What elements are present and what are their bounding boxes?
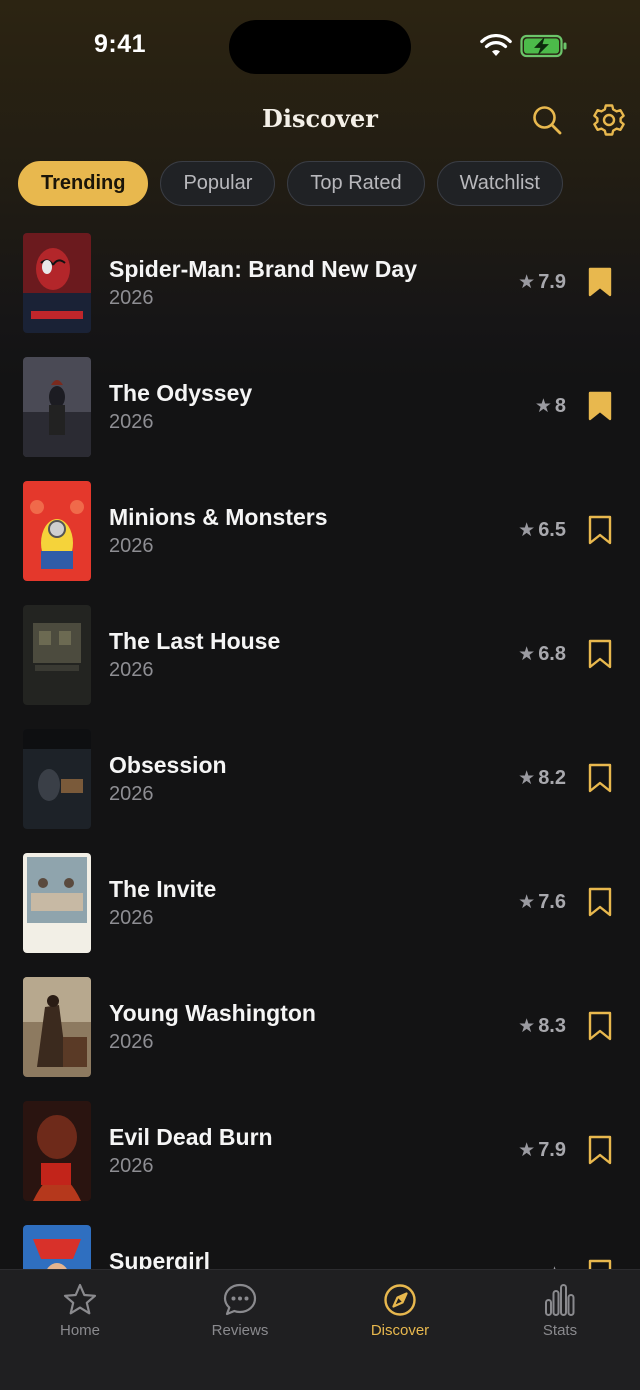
nav-header: Discover — [0, 92, 640, 148]
movie-row[interactable]: Supergirl 2026 ★ — [0, 1213, 640, 1269]
tab-reviews[interactable]: Reviews — [185, 1282, 295, 1342]
movie-year: 2026 — [109, 287, 154, 309]
movie-title: The Invite — [109, 876, 217, 902]
battery-charging-icon — [520, 34, 567, 58]
movie-poster — [23, 481, 91, 581]
rating: ★ 6.8 — [518, 643, 566, 666]
tab-popular[interactable]: Popular — [160, 161, 276, 206]
movie-year: 2026 — [109, 783, 154, 805]
tab-stats[interactable]: Stats — [505, 1282, 615, 1342]
star-icon: ★ — [534, 396, 552, 417]
movie-poster — [23, 977, 91, 1077]
rating: ★ 7.6 — [518, 891, 566, 914]
compass-icon — [384, 1284, 416, 1316]
rating-value: 7.6 — [538, 891, 566, 913]
star-icon: ★ — [518, 768, 536, 789]
movie-title: The Last House — [109, 628, 281, 654]
movie-row[interactable]: Minions & Monsters 2026 ★ 6.5 — [0, 469, 640, 593]
status-bar: 9:41 — [0, 0, 640, 92]
movie-row[interactable]: Obsession 2026 ★ 8.2 — [0, 717, 640, 841]
bookmark-outline-icon[interactable] — [588, 515, 612, 545]
rating-value: 7.9 — [538, 271, 566, 293]
bookmark-outline-icon[interactable] — [588, 1259, 612, 1269]
star-icon: ★ — [518, 644, 536, 665]
bar-chart-icon — [545, 1284, 575, 1316]
star-icon — [63, 1283, 97, 1315]
movie-year: 2026 — [109, 535, 154, 557]
rating-value: 8 — [554, 395, 566, 417]
bottom-tab-bar: Home Reviews Discover Stats — [0, 1269, 640, 1390]
movie-title: Young Washington — [109, 1000, 316, 1026]
rating: ★ 7.9 — [518, 1139, 566, 1162]
movie-row[interactable]: The Invite 2026 ★ 7.6 — [0, 841, 640, 965]
bookmark-filled-icon[interactable] — [588, 391, 612, 421]
movie-poster — [23, 357, 91, 457]
bookmark-outline-icon[interactable] — [588, 639, 612, 669]
status-time: 9:41 — [94, 30, 147, 58]
movie-row[interactable]: Evil Dead Burn 2026 ★ 7.9 — [0, 1089, 640, 1213]
movie-title: Supergirl — [109, 1248, 210, 1269]
rating-value: 6.5 — [538, 519, 566, 541]
star-icon: ★ — [518, 272, 536, 293]
rating-value: 6.8 — [538, 643, 566, 665]
movie-list[interactable]: Spider-Man: Brand New Day 2026 ★ 7.9 The … — [0, 221, 640, 1269]
movie-title: Spider-Man: Brand New Day — [109, 256, 417, 282]
chat-bubble-icon — [223, 1283, 257, 1316]
movie-row[interactable]: Spider-Man: Brand New Day 2026 ★ 7.9 — [0, 221, 640, 345]
rating: ★ 8 — [535, 395, 566, 418]
bookmark-outline-icon[interactable] — [588, 887, 612, 917]
tab-trending[interactable]: Trending — [18, 161, 149, 206]
rating-value: 8.3 — [538, 1015, 566, 1037]
tab-label: Discover — [370, 1322, 430, 1339]
rating: ★ 6.5 — [518, 519, 566, 542]
movie-year: 2026 — [109, 659, 154, 681]
movie-title: Minions & Monsters — [109, 504, 328, 530]
movie-poster — [23, 729, 91, 829]
tab-home[interactable]: Home — [25, 1282, 135, 1342]
movie-row[interactable]: The Odyssey 2026 ★ 8 — [0, 345, 640, 469]
tab-discover[interactable]: Discover — [345, 1282, 455, 1342]
movie-title: The Odyssey — [109, 380, 253, 406]
movie-poster — [23, 605, 91, 705]
movie-year: 2026 — [109, 1155, 154, 1177]
star-icon: ★ — [518, 892, 536, 913]
star-icon: ★ — [518, 1016, 536, 1037]
rating-value: 8.2 — [538, 767, 566, 789]
movie-row[interactable]: The Last House 2026 ★ 6.8 — [0, 593, 640, 717]
movie-year: 2026 — [109, 907, 154, 929]
search-button[interactable] — [527, 100, 567, 140]
movie-year: 2026 — [109, 411, 154, 433]
movie-row[interactable]: Young Washington 2026 ★ 8.3 — [0, 965, 640, 1089]
star-icon: ★ — [518, 520, 536, 541]
star-icon: ★ — [518, 1140, 536, 1161]
bookmark-outline-icon[interactable] — [588, 1011, 612, 1041]
movie-poster — [23, 853, 91, 953]
settings-button[interactable] — [589, 100, 629, 140]
bookmark-outline-icon[interactable] — [588, 1135, 612, 1165]
bookmark-outline-icon[interactable] — [588, 763, 612, 793]
movie-poster — [23, 233, 91, 333]
tab-top-rated[interactable]: Top Rated — [287, 161, 425, 206]
movie-year: 2026 — [109, 1031, 154, 1053]
category-tabs: Trending Popular Top Rated Watchlist — [18, 161, 563, 206]
wifi-icon — [480, 34, 512, 56]
movie-poster — [23, 1101, 91, 1201]
rating-value: 7.9 — [538, 1139, 566, 1161]
tab-label: Home — [59, 1322, 100, 1339]
bookmark-filled-icon[interactable] — [588, 267, 612, 297]
movie-title: Obsession — [109, 752, 227, 778]
tab-label: Reviews — [211, 1322, 269, 1339]
rating: ★ 8.2 — [518, 767, 566, 790]
gear-icon — [593, 104, 625, 136]
rating: ★ 7.9 — [518, 271, 566, 294]
tab-watchlist[interactable]: Watchlist — [436, 161, 563, 206]
tab-label: Stats — [542, 1322, 578, 1339]
dynamic-island — [229, 20, 411, 74]
movie-title: Evil Dead Burn — [109, 1124, 273, 1150]
search-icon — [533, 106, 562, 135]
movie-poster — [23, 1225, 91, 1269]
rating: ★ 8.3 — [518, 1015, 566, 1038]
